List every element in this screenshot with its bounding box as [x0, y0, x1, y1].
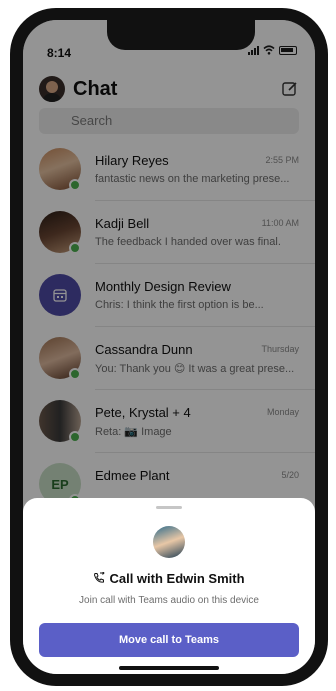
caller-avatar — [153, 526, 185, 558]
move-call-button[interactable]: Move call to Teams — [39, 623, 299, 657]
battery-icon — [279, 45, 297, 55]
signal-icon — [248, 45, 259, 55]
phone-frame: 8:14 Chat Search Hilary Reyes 2:55 PM fa… — [10, 8, 328, 686]
status-icons — [248, 45, 297, 55]
phone-screen: 8:14 Chat Search Hilary Reyes 2:55 PM fa… — [23, 20, 315, 674]
wifi-icon — [263, 45, 275, 55]
sheet-title-text: Call with Edwin Smith — [109, 571, 245, 586]
sheet-title: Call with Edwin Smith — [23, 571, 315, 586]
home-indicator — [119, 666, 219, 670]
notch — [107, 20, 255, 50]
sheet-subtitle: Join call with Teams audio on this devic… — [79, 595, 259, 606]
sheet-grabber[interactable] — [156, 506, 182, 509]
call-bottom-sheet: Call with Edwin Smith Join call with Tea… — [23, 498, 315, 674]
phone-transfer-icon — [94, 572, 106, 583]
